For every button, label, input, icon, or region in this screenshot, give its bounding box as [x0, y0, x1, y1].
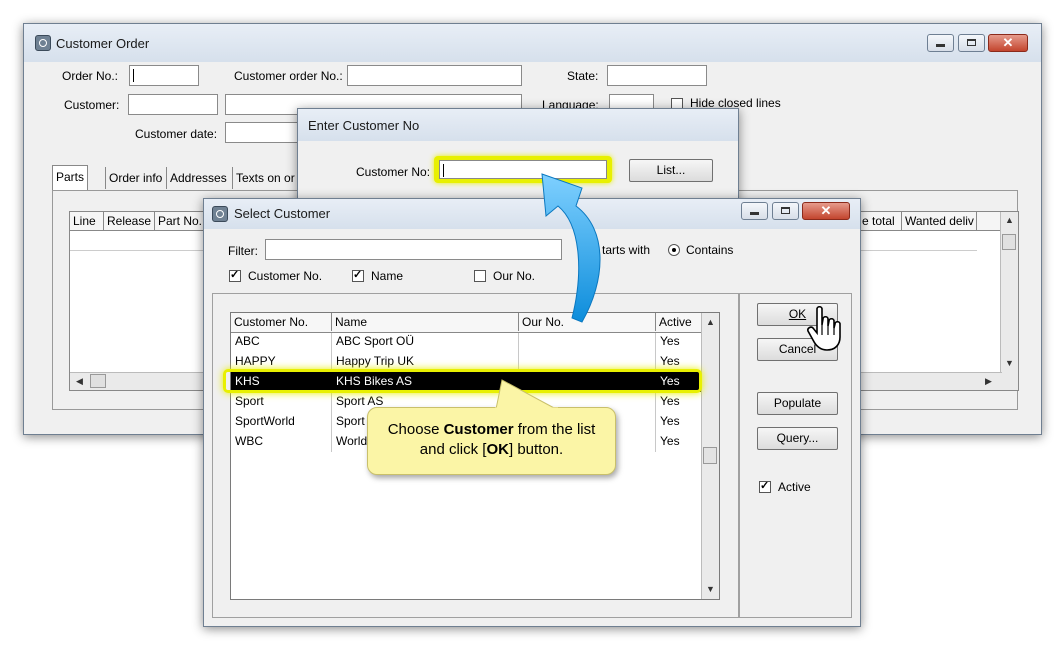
populate-button[interactable]: Populate: [757, 392, 838, 415]
tab-texts[interactable]: Texts on or: [232, 167, 298, 189]
maximize-icon: [781, 207, 790, 214]
close-button[interactable]: ✕: [988, 34, 1028, 52]
customer-no-label: Customer No:: [356, 165, 431, 179]
enter-customer-title: Enter Customer No: [308, 118, 420, 133]
scroll-down-icon[interactable]: ▼: [706, 584, 715, 594]
cell-no: Sport: [235, 394, 264, 408]
app-icon: [35, 35, 51, 51]
col-active[interactable]: Active: [656, 313, 704, 331]
cell-active: Yes: [660, 374, 680, 388]
callout-text-part: ] button.: [508, 441, 564, 458]
customer-row[interactable]: HAPPY Happy Trip UK Yes: [231, 352, 704, 372]
active-checkbox-label: Active: [778, 480, 811, 494]
callout-text: Choose Customer from the list and click …: [374, 420, 609, 460]
col-customer-no[interactable]: Customer No.: [231, 313, 332, 331]
curved-arrow-icon: [541, 173, 601, 323]
close-button[interactable]: ✕: [802, 202, 850, 220]
order-no-label: Order No.:: [62, 69, 119, 83]
contains-label: Contains: [686, 243, 734, 257]
text-caret: [443, 164, 444, 177]
our-no-checkbox[interactable]: [474, 270, 486, 282]
state-input[interactable]: [607, 65, 707, 86]
cell-active: Yes: [660, 434, 680, 448]
callout-bold-ok: OK: [486, 441, 509, 458]
hscroll-thumb[interactable]: [90, 374, 106, 388]
filter-input[interactable]: [265, 239, 562, 260]
cell-name: ABC Sport OÜ: [336, 334, 415, 348]
customer-table-header: Customer No. Name Our No. Active: [231, 313, 704, 333]
customer-row[interactable]: KHS KHS Bikes AS Yes: [231, 372, 704, 392]
customer-order-titlebar: Customer Order ✕: [24, 24, 1041, 62]
state-label: State:: [567, 69, 599, 83]
hand-cursor-icon: [807, 305, 841, 351]
name-checkbox[interactable]: [352, 268, 364, 282]
col-line[interactable]: Line: [70, 212, 104, 230]
customer-input[interactable]: [128, 94, 218, 115]
scroll-up-icon[interactable]: ▲: [706, 317, 715, 327]
enter-customer-dialog: Enter Customer No Customer No: List...: [297, 108, 739, 210]
callout-bold-customer: Customer: [443, 421, 514, 438]
customer-order-no-input[interactable]: [347, 65, 522, 86]
ok-button-label: OK: [788, 307, 807, 321]
cell-name: Happy Trip UK: [336, 354, 415, 368]
close-icon: ✕: [1002, 35, 1014, 50]
col-release[interactable]: Release: [104, 212, 155, 230]
scroll-up-icon[interactable]: ▲: [1005, 215, 1014, 225]
minimize-icon: [750, 212, 759, 215]
customer-row[interactable]: ABC ABC Sport OÜ Yes: [231, 332, 704, 352]
cell-no: SportWorld: [235, 414, 295, 428]
list-button[interactable]: List...: [629, 159, 713, 182]
maximize-button[interactable]: [772, 202, 799, 220]
minimize-button[interactable]: [741, 202, 768, 220]
active-checkbox[interactable]: [759, 479, 771, 493]
scroll-thumb[interactable]: [703, 447, 717, 464]
cell-no: ABC: [235, 334, 260, 348]
customer-date-label: Customer date:: [135, 127, 218, 141]
customer-table-vscroll[interactable]: ▲ ▼: [701, 313, 719, 599]
customer-no-checkbox[interactable]: [229, 268, 241, 282]
select-customer-title: Select Customer: [234, 206, 331, 221]
order-no-input[interactable]: [129, 65, 199, 86]
cell-name: KHS Bikes AS: [336, 374, 413, 388]
query-button[interactable]: Query...: [757, 427, 838, 450]
contains-radio[interactable]: [668, 244, 680, 256]
maximize-icon: [967, 39, 976, 46]
cell-no: WBC: [235, 434, 263, 448]
scroll-thumb[interactable]: [1002, 234, 1016, 250]
col-wanted-delivery[interactable]: Wanted deliv: [902, 212, 977, 230]
tab-addresses[interactable]: Addresses: [166, 167, 230, 189]
callout-pointer: [495, 379, 558, 410]
instruction-callout: Choose Customer from the list and click …: [367, 407, 616, 475]
col-line-total[interactable]: e total: [858, 212, 902, 230]
cell-active: Yes: [660, 394, 680, 408]
customer-order-title: Customer Order: [56, 36, 150, 51]
maximize-button[interactable]: [958, 34, 985, 52]
cell-active: Yes: [660, 334, 680, 348]
scroll-left-icon[interactable]: ◀: [76, 376, 83, 387]
text-caret: [133, 69, 134, 82]
scroll-right-icon[interactable]: ▶: [985, 376, 992, 387]
callout-text-part: Choose: [387, 421, 444, 438]
scroll-down-icon[interactable]: ▼: [1005, 358, 1014, 368]
minimize-button[interactable]: [927, 34, 954, 52]
enter-customer-titlebar: Enter Customer No: [298, 109, 738, 141]
cell-no: KHS: [235, 374, 260, 388]
close-icon: ✕: [820, 203, 832, 218]
app-icon: [212, 206, 228, 222]
customer-label: Customer:: [64, 98, 120, 112]
cell-active: Yes: [660, 354, 680, 368]
parts-grid-vscroll[interactable]: ▲ ▼: [1000, 212, 1018, 390]
cell-active: Yes: [660, 414, 680, 428]
filter-label: Filter:: [228, 244, 258, 258]
minimize-icon: [936, 44, 945, 47]
cell-no: HAPPY: [235, 354, 276, 368]
tab-order-info[interactable]: Order info: [105, 167, 165, 189]
col-name[interactable]: Name: [332, 313, 519, 331]
customer-order-no-label: Customer order No.:: [234, 69, 343, 83]
customer-no-checkbox-label: Customer No.: [248, 269, 323, 283]
tab-parts[interactable]: Parts: [52, 165, 89, 190]
name-checkbox-label: Name: [371, 269, 404, 283]
